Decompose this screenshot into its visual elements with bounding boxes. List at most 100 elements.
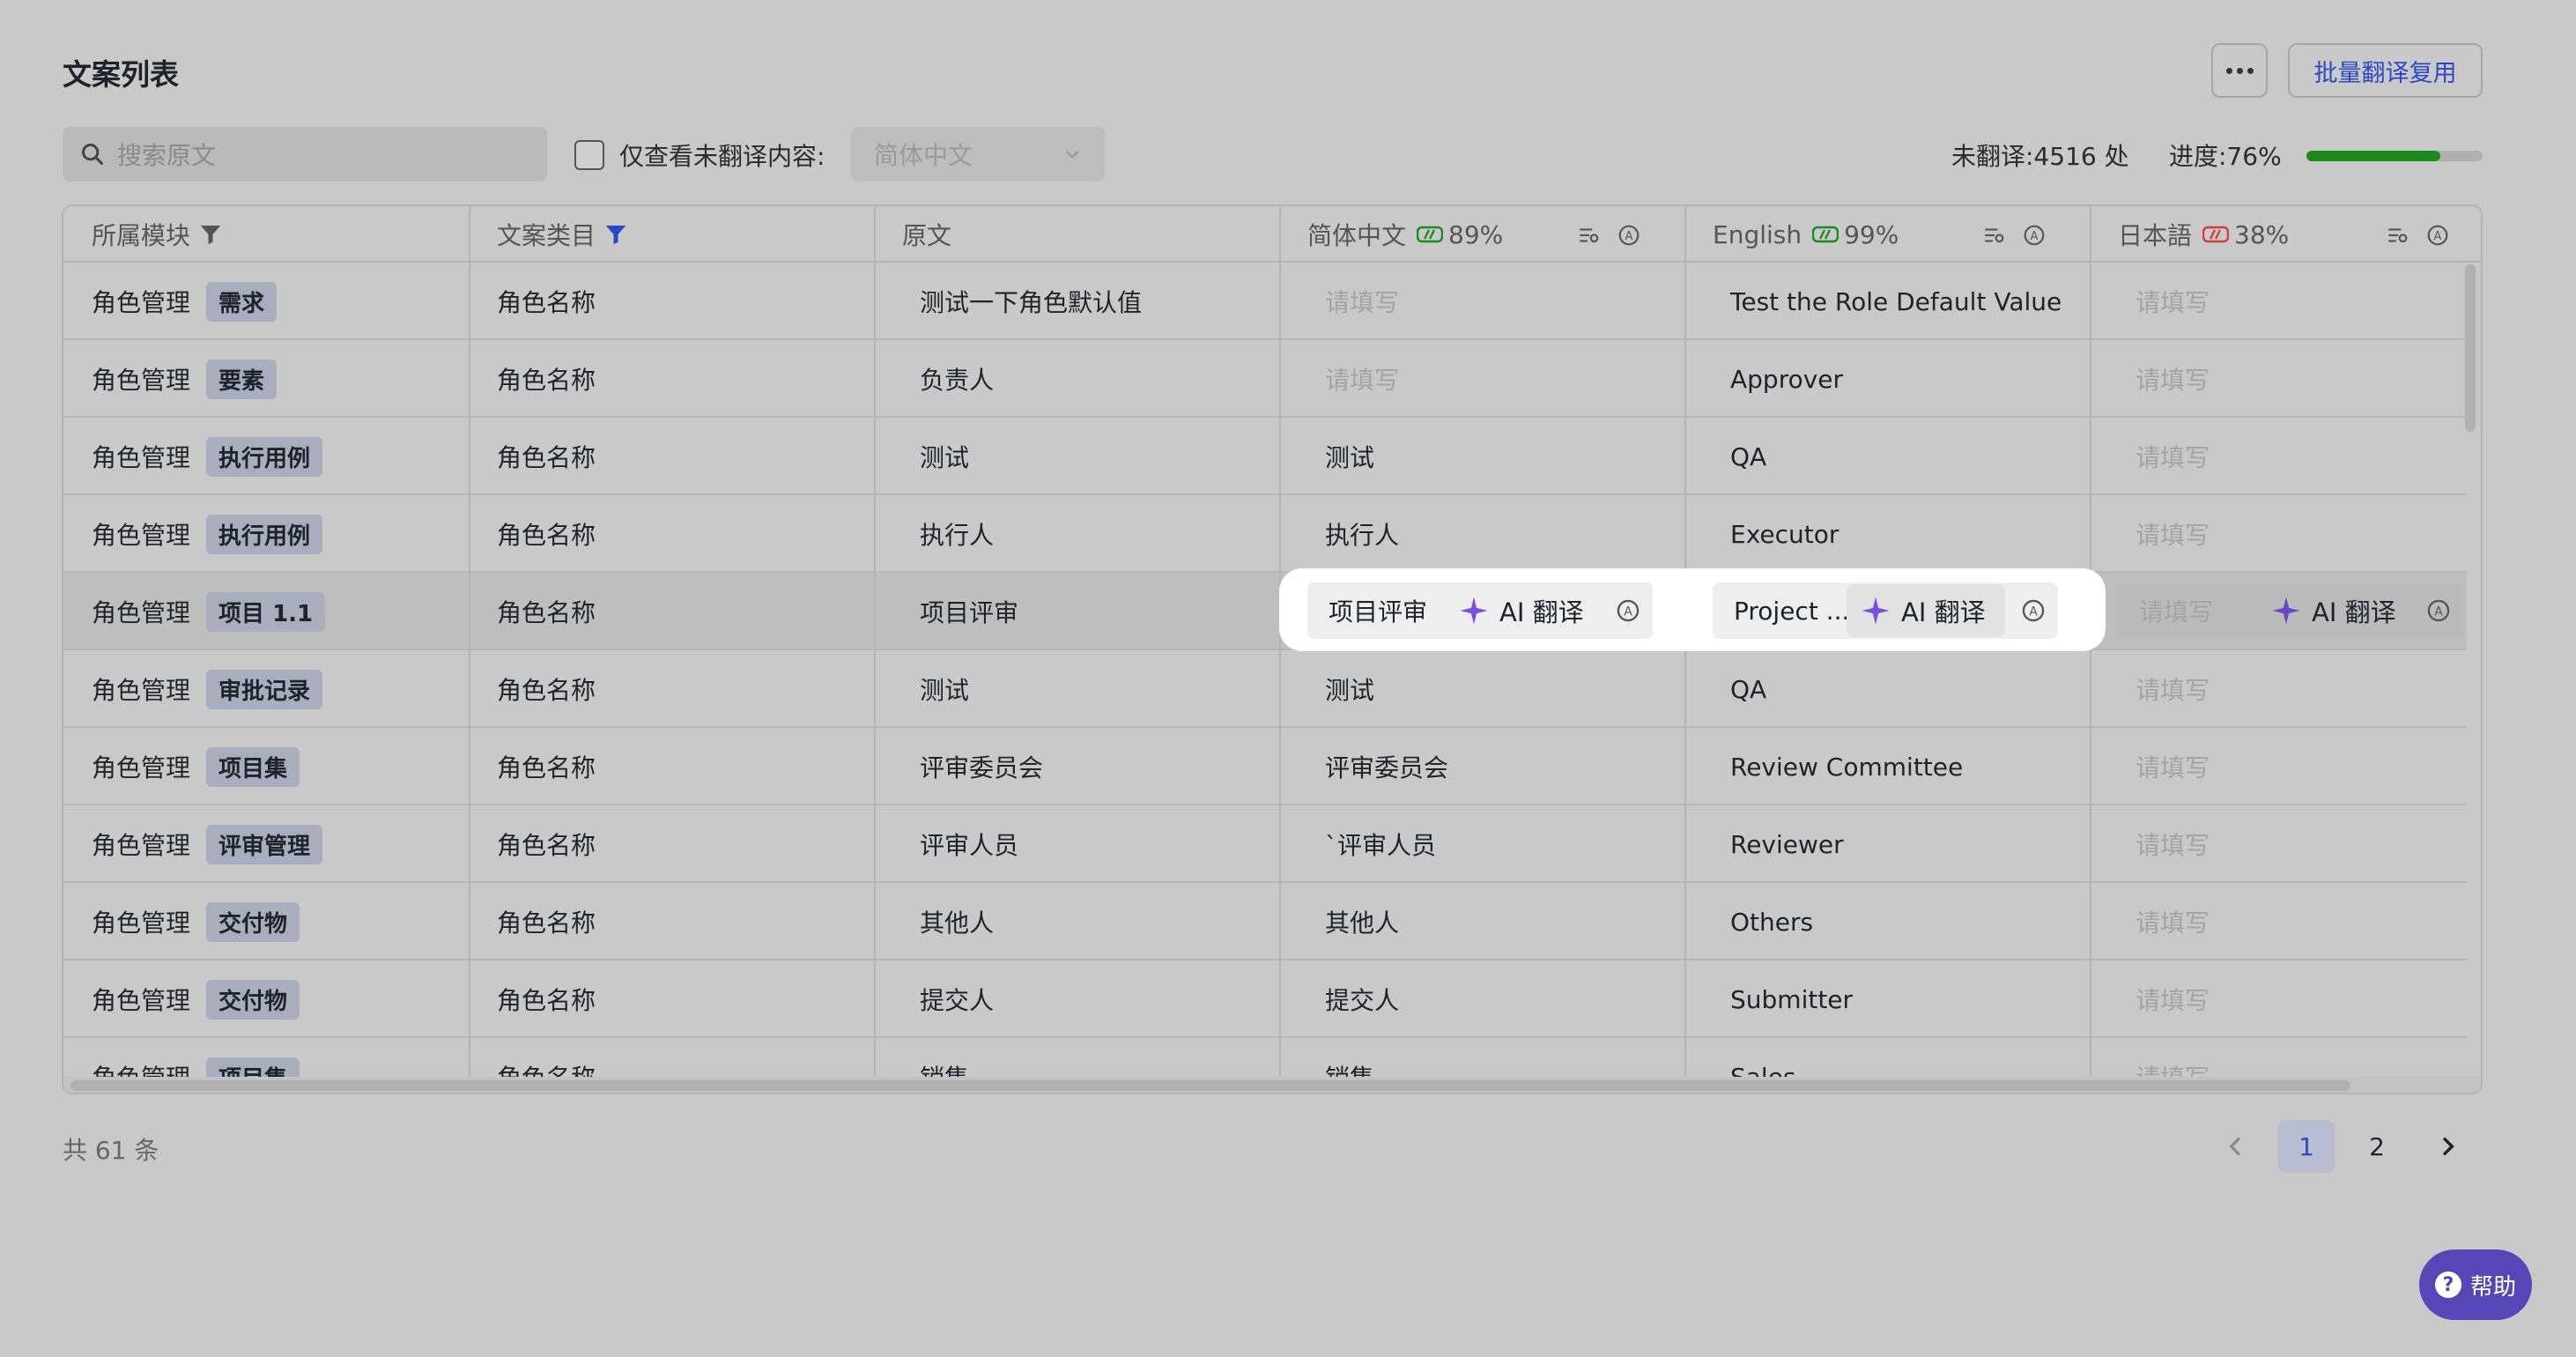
help-icon: ?: [2434, 1272, 2461, 1298]
cell-zh[interactable]: `评审人员: [1325, 805, 1436, 883]
cell-zh[interactable]: 请填写: [1325, 263, 1399, 340]
cell-ja-text: 请填写: [2136, 753, 2210, 782]
cell-en-text: Review Committee: [1730, 752, 1964, 782]
next-page-button[interactable]: [2423, 1120, 2472, 1173]
table-row[interactable]: 角色管理 项目集 角色名称 评审委员会 评审委员会 Review Committee 请填写: [63, 728, 2467, 805]
auto-translate-icon[interactable]: A: [2426, 224, 2449, 247]
column-header-module[interactable]: 所属模块: [63, 206, 224, 263]
more-dot: [2225, 67, 2232, 74]
cell-zh-text: `评审人员: [1325, 831, 1437, 860]
svg-text:A: A: [1625, 230, 1633, 243]
ai-translate-button-zh[interactable]: AI 翻译: [1445, 584, 1603, 637]
cell-category-text: 角色名称: [497, 986, 596, 1015]
module-tag-badge: 交付物: [206, 979, 300, 1020]
cell-ja[interactable]: 请填写: [2136, 340, 2210, 418]
cell-en[interactable]: Reviewer: [1730, 805, 1844, 883]
cell-zh[interactable]: 执行人: [1325, 495, 1399, 573]
column-header-source: 原文: [874, 206, 951, 263]
cell-en[interactable]: Approver: [1730, 340, 1843, 418]
cell-ja[interactable]: 请填写: [2136, 495, 2210, 573]
auto-translate-icon[interactable]: A: [2023, 224, 2046, 247]
horizontal-scrollbar[interactable]: [63, 1077, 2481, 1093]
cell-module-text: 角色管理: [92, 831, 191, 860]
table-row[interactable]: 角色管理 项目 1.1 角色名称 项目评审: [63, 573, 2467, 650]
cell-ja[interactable]: 请填写: [2136, 805, 2210, 883]
column-settings-icon[interactable]: [1982, 224, 2005, 247]
ja-translation-placeholder: 请填写: [2139, 597, 2214, 627]
cell-en[interactable]: Others: [1730, 883, 1813, 960]
search-input[interactable]: 搜索原文: [63, 127, 547, 182]
ai-translate-button-en[interactable]: AI 翻译: [1847, 584, 2005, 637]
cell-en[interactable]: QA: [1730, 418, 1766, 495]
page-button-1[interactable]: 1: [2278, 1120, 2335, 1173]
cell-ja[interactable]: 请填写: [2136, 883, 2210, 960]
cell-category-text: 角色名称: [497, 908, 596, 938]
cell-ja[interactable]: 请填写: [2136, 263, 2210, 340]
cell-en-text: QA: [1730, 674, 1767, 704]
auto-translate-icon[interactable]: A: [1616, 598, 1640, 623]
table-row[interactable]: 角色管理 交付物 角色名称 提交人 提交人 Submitter 请填写: [63, 960, 2467, 1038]
vertical-scrollbar[interactable]: [2465, 264, 2476, 432]
table-row[interactable]: 角色管理 审批记录 角色名称 测试 测试 QA 请填写: [63, 650, 2467, 728]
column-settings-icon[interactable]: [1577, 224, 1600, 247]
horizontal-scrollbar-thumb[interactable]: [70, 1080, 2350, 1091]
en-translation-value: Project ...: [1734, 596, 1850, 626]
prev-page-button[interactable]: [2211, 1120, 2261, 1173]
column-header-category[interactable]: 文案类目: [469, 206, 629, 263]
cell-en[interactable]: Executor: [1730, 495, 1839, 573]
filter-active-icon[interactable]: [603, 221, 629, 248]
auto-translate-icon[interactable]: A: [2426, 598, 2451, 623]
ai-translate-button-ja[interactable]: AI 翻译: [2257, 584, 2416, 637]
cell-category-text: 角色名称: [497, 288, 596, 317]
copy-table: 所属模块 文案类目 原文 简体中文 89% English 99% 日本語 38…: [62, 204, 2483, 1094]
cell-ja[interactable]: 请填写: [2136, 650, 2210, 728]
total-count: 共 61 条: [63, 1136, 159, 1165]
cell-category-text: 角色名称: [497, 366, 596, 395]
table-row[interactable]: 角色管理 执行用例 角色名称 测试 测试 QA 请填写: [63, 418, 2467, 495]
progress-label: 进度:76%: [2169, 142, 2282, 171]
cell-source-text: 测试: [920, 443, 970, 472]
cell-zh-text: 其他人: [1325, 908, 1400, 938]
filter-icon[interactable]: [197, 221, 224, 248]
cell-zh[interactable]: 测试: [1325, 650, 1374, 728]
page-button-2[interactable]: 2: [2349, 1120, 2405, 1173]
more-button[interactable]: [2211, 43, 2268, 98]
cell-ja[interactable]: 请填写: [2136, 728, 2210, 805]
cell-category: 角色名称: [497, 960, 596, 1038]
cell-category: 角色名称: [497, 263, 596, 340]
batch-translate-button[interactable]: 批量翻译复用: [2288, 43, 2483, 98]
untranslated-only-checkbox[interactable]: [574, 140, 604, 170]
table-row[interactable]: 角色管理 执行用例 角色名称 执行人 执行人 Executor 请填写: [63, 495, 2467, 573]
cell-zh[interactable]: 评审委员会: [1325, 728, 1448, 805]
cell-source-text: 测试: [920, 676, 970, 705]
auto-translate-icon[interactable]: A: [1617, 224, 1640, 247]
cell-en[interactable]: Test the Role Default Value: [1730, 263, 2062, 340]
table-row[interactable]: 角色管理 交付物 角色名称 其他人 其他人 Others 请填写: [63, 883, 2467, 960]
column-settings-icon[interactable]: [2386, 224, 2409, 247]
cell-zh[interactable]: 提交人: [1325, 960, 1399, 1038]
cell-source: 其他人: [920, 883, 994, 960]
table-row[interactable]: 角色管理 需求 角色名称 测试一下角色默认值 请填写 Test the Role Defa…: [63, 263, 2467, 340]
cell-source-text: 提交人: [920, 986, 995, 1015]
cell-module: 角色管理 要素: [92, 340, 278, 418]
cell-en[interactable]: QA: [1730, 650, 1766, 728]
cell-zh[interactable]: 请填写: [1325, 340, 1399, 418]
cell-en[interactable]: Submitter: [1730, 960, 1853, 1038]
column-header-category-label: 文案类目: [497, 221, 596, 250]
cell-source: 测试: [920, 650, 969, 728]
module-tag-badge: 评审管理: [206, 824, 323, 864]
language-select[interactable]: 简体中文: [851, 127, 1105, 182]
cell-zh[interactable]: 其他人: [1325, 883, 1399, 960]
cell-zh-text: 测试: [1325, 443, 1375, 472]
cell-ja[interactable]: 请填写: [2136, 960, 2210, 1038]
cell-module: 角色管理 交付物: [92, 960, 300, 1038]
table-row[interactable]: 角色管理 评审管理 角色名称 评审人员 `评审人员 Reviewer 请填写: [63, 805, 2467, 883]
cell-ja[interactable]: 请填写: [2136, 418, 2210, 495]
help-button[interactable]: ? 帮助: [2419, 1249, 2532, 1320]
table-header: 所属模块 文案类目 原文 简体中文 89% English 99% 日本語 38…: [63, 206, 2481, 263]
cell-source: 执行人: [920, 495, 994, 573]
cell-en[interactable]: Review Committee: [1730, 728, 1963, 805]
cell-zh[interactable]: 测试: [1325, 418, 1374, 495]
auto-translate-icon[interactable]: A: [2021, 598, 2046, 623]
table-row[interactable]: 角色管理 要素 角色名称 负责人 请填写 Approver 请填写: [63, 340, 2467, 418]
